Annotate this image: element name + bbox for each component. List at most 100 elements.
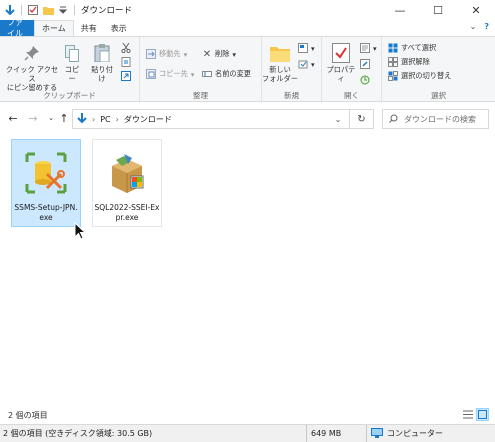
- properties-button[interactable]: プロパティ: [324, 43, 358, 83]
- customize-qa-icon[interactable]: [57, 4, 69, 16]
- file-item[interactable]: SQL2022-SSEI-Expr.exe: [92, 139, 162, 227]
- copy-to-label: コピー先: [159, 69, 188, 78]
- pin-icon: [22, 43, 42, 63]
- move-to-label: 移動先: [159, 49, 181, 58]
- paste-shortcut-button[interactable]: [121, 71, 131, 81]
- up-arrow-icon[interactable]: ↑: [57, 111, 71, 125]
- search-box[interactable]: ダウンロードの検索: [382, 109, 489, 129]
- select-all-label: すべて選択: [401, 43, 437, 52]
- status-location-label: コンピューター: [387, 429, 443, 438]
- scissors-icon: [121, 43, 131, 53]
- select-group-label: 選択: [431, 91, 446, 100]
- copy-to-icon: [146, 69, 156, 79]
- forward-arrow-icon[interactable]: →: [26, 111, 40, 125]
- file-item[interactable]: SSMS-Setup-JPN.exe: [11, 139, 81, 227]
- large-icons-view-icon[interactable]: [476, 408, 489, 421]
- cut-button[interactable]: [121, 43, 131, 53]
- copy-label: コピー: [64, 65, 80, 83]
- search-placeholder: ダウンロードの検索: [404, 114, 476, 124]
- ribbon-tabs: ファイル ホーム 共有 表示 ⌄ ?: [0, 18, 495, 38]
- address-dropdown-icon[interactable]: ⌄: [326, 109, 350, 129]
- paste-button[interactable]: 貼り付け: [88, 43, 116, 83]
- select-all-button[interactable]: すべて選択: [388, 43, 436, 53]
- title-bar: ダウンロード — ☐ ✕: [0, 0, 495, 20]
- item-count-bar: 2 個の項目: [0, 406, 495, 424]
- rename-button[interactable]: 名前の変更: [202, 69, 251, 79]
- delete-x-icon: ✕: [202, 48, 212, 60]
- refresh-icon[interactable]: ↻: [350, 109, 374, 129]
- easy-access-icon: [298, 59, 308, 69]
- status-bar: 2 個の項目 (空きディスク領域: 30.5 GB) 649 MB コンピュータ…: [0, 424, 495, 442]
- view-toggle: [461, 408, 489, 421]
- copy-button[interactable]: コピー: [62, 43, 82, 83]
- pin-label: クイック アクセス にピン留めする: [5, 65, 59, 92]
- computer-icon: [371, 427, 383, 440]
- ribbon-collapse-icon[interactable]: ⌄: [470, 22, 477, 31]
- invert-selection-button[interactable]: 選択の切り替え: [388, 71, 451, 81]
- status-location: コンピューター: [367, 425, 495, 442]
- new-item-button[interactable]: ▾: [298, 43, 315, 53]
- ribbon: クイック アクセス にピン留めする コピー 貼り付け クリップボード 移動先 ▾…: [0, 36, 495, 103]
- recent-locations-icon[interactable]: ⌄: [44, 111, 58, 125]
- new-group-label: 新規: [284, 91, 299, 100]
- move-to-icon: [146, 49, 156, 59]
- tab-view[interactable]: 表示: [104, 20, 134, 36]
- breadcrumb-chevron-icon: ›: [92, 114, 96, 124]
- file-name: SSMS-Setup-JPN.exe: [14, 203, 78, 222]
- tab-file[interactable]: ファイル: [0, 18, 34, 38]
- move-to-button[interactable]: 移動先 ▾: [146, 49, 187, 59]
- new-folder-button[interactable]: 新しい フォルダー: [262, 43, 298, 83]
- mouse-cursor-icon: [74, 221, 87, 242]
- select-none-label: 選択解除: [401, 57, 430, 66]
- copy-to-button[interactable]: コピー先 ▾: [146, 69, 194, 79]
- breadcrumb-pc[interactable]: PC: [100, 115, 110, 124]
- copy-to-dropdown-icon: ▾: [190, 69, 195, 79]
- breadcrumb-chevron-icon: ›: [115, 114, 119, 124]
- new-folder-big-icon: [270, 43, 290, 63]
- paste-shortcut-icon: [121, 71, 131, 81]
- status-size: 649 MB: [307, 425, 367, 442]
- item-count: 2 個の項目: [8, 410, 48, 420]
- edit-button[interactable]: [360, 59, 370, 69]
- open-icon: [360, 43, 370, 53]
- delete-label: 削除: [215, 49, 230, 58]
- new-group: 新しい フォルダー ▾ ▾ 新規: [262, 37, 322, 103]
- close-button[interactable]: ✕: [457, 0, 495, 20]
- file-name: SQL2022-SSEI-Expr.exe: [94, 203, 160, 222]
- status-disk-info: 2 個の項目 (空きディスク領域: 30.5 GB): [0, 425, 307, 442]
- window-controls: — ☐ ✕: [381, 0, 495, 20]
- select-none-button[interactable]: 選択解除: [388, 57, 430, 67]
- maximize-button[interactable]: ☐: [419, 0, 457, 20]
- back-arrow-icon[interactable]: ←: [6, 111, 20, 125]
- easy-access-button[interactable]: ▾: [298, 59, 315, 69]
- minimize-button[interactable]: —: [381, 0, 419, 20]
- properties-check-icon[interactable]: [27, 4, 39, 16]
- pin-quick-access-button[interactable]: クイック アクセス にピン留めする: [4, 43, 60, 92]
- ssms-setup-icon: [21, 148, 71, 198]
- organize-group-label: 整理: [193, 91, 208, 100]
- tab-home[interactable]: ホーム: [34, 20, 74, 36]
- copy-path-button[interactable]: [121, 57, 131, 67]
- navigation-bar: ← → ⌄ ↑ › PC › ダウンロード ⌄ ↻ ダウンロードの検索: [0, 103, 495, 133]
- new-folder-icon[interactable]: [42, 4, 54, 16]
- copy-icon: [62, 43, 82, 63]
- move-to-dropdown-icon: ▾: [183, 49, 188, 59]
- history-button[interactable]: [360, 75, 370, 85]
- open-dropdown-button[interactable]: ▾: [360, 43, 377, 53]
- delete-button[interactable]: ✕ 削除 ▾: [202, 48, 236, 60]
- downloads-folder-icon: [77, 112, 87, 126]
- select-none-icon: [388, 57, 398, 67]
- file-list[interactable]: SSMS-Setup-JPN.exe SQL2022-SSEI-Expr.exe: [0, 134, 495, 406]
- sql-installer-icon: [102, 148, 152, 198]
- search-icon: [389, 114, 398, 125]
- window-title: ダウンロード: [81, 6, 133, 16]
- breadcrumb-downloads[interactable]: ダウンロード: [124, 114, 172, 125]
- properties-icon: [331, 43, 351, 63]
- paste-label: 貼り付け: [91, 65, 113, 83]
- tab-share[interactable]: 共有: [74, 20, 104, 36]
- address-bar[interactable]: › PC › ダウンロード: [72, 109, 350, 129]
- clipboard-group-label: クリップボード: [43, 91, 96, 100]
- details-view-icon[interactable]: [461, 408, 474, 421]
- delete-dropdown-icon: ▾: [232, 49, 236, 59]
- help-icon[interactable]: ?: [484, 22, 489, 31]
